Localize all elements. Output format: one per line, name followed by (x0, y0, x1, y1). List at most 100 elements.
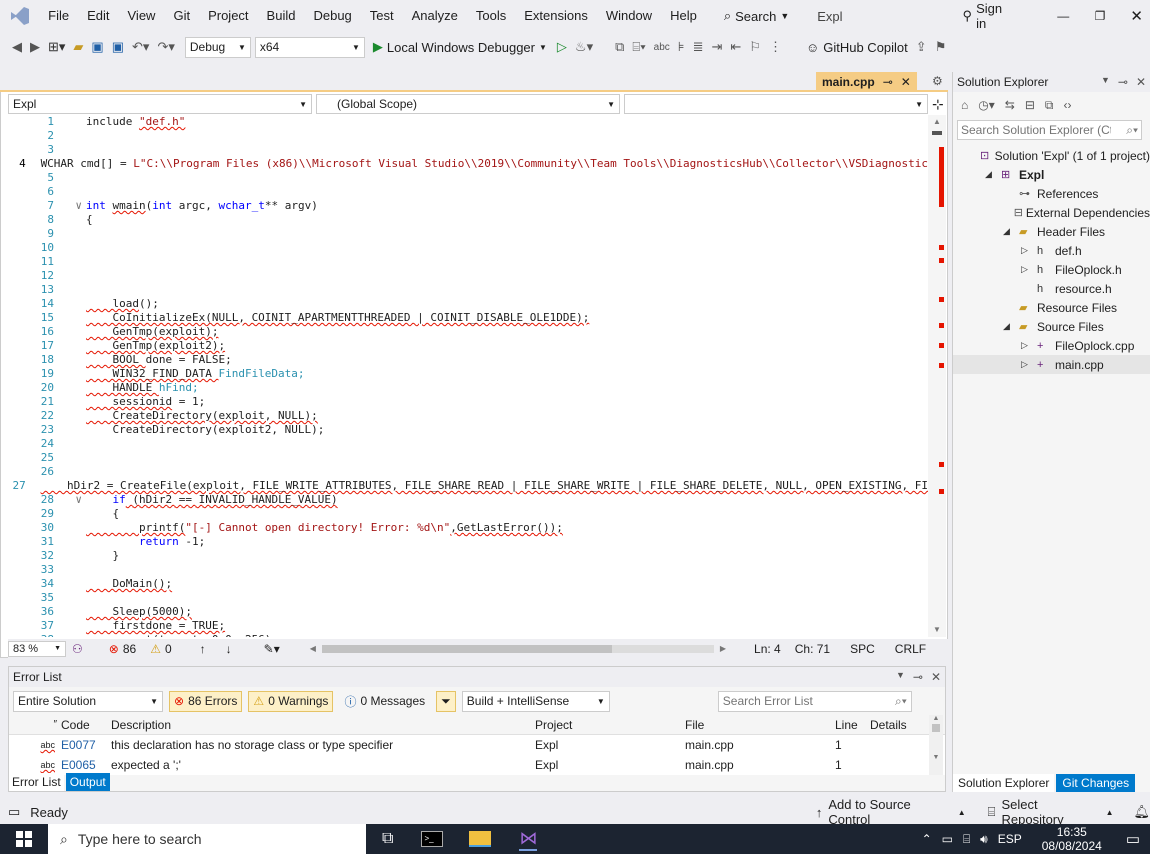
scroll-down-icon[interactable]: ▼ (933, 625, 941, 634)
task-view-icon[interactable]: ⧉ (382, 830, 393, 848)
code-line[interactable]: 10 (8, 241, 928, 255)
home-icon[interactable]: ⌂ (961, 98, 968, 112)
messages-filter-button[interactable]: ⓘ 0 Messages (339, 691, 430, 712)
bookmark-icon[interactable]: ⚐ (745, 39, 765, 55)
back-icon[interactable]: ◀ (8, 39, 26, 55)
scroll-down-icon[interactable]: ▼ (929, 754, 943, 761)
code-line[interactable]: 28 ∨ if (hDir2 == INVALID_HANDLE_VALUE) (8, 493, 928, 507)
next-issue-icon[interactable]: ↓ (226, 642, 232, 656)
warning-count-button[interactable]: ⚠ 0 (150, 642, 171, 656)
window-menu-icon[interactable]: ▼ (1101, 75, 1110, 89)
code-view-icon[interactable]: ‹› (1063, 98, 1071, 112)
expand-toggle-icon[interactable]: ▷ (1021, 264, 1037, 275)
tree-item[interactable]: ⊶ References (953, 184, 1150, 203)
menu-project[interactable]: Project (199, 0, 257, 32)
vs-logo-icon[interactable] (0, 6, 39, 26)
tree-item[interactable]: ▷ h FileOplock.h (953, 260, 1150, 279)
tree-item[interactable]: ▰ Resource Files (953, 298, 1150, 317)
file-explorer-app-icon[interactable] (469, 831, 492, 847)
previous-issue-icon[interactable]: ↑ (200, 642, 206, 656)
save-all-icon[interactable]: ▣ (108, 39, 128, 55)
column-file[interactable]: File (685, 718, 835, 732)
code-line[interactable]: 6 (8, 185, 928, 199)
configuration-select[interactable]: Debug ▼ (184, 36, 251, 58)
pin-icon[interactable]: ⊸ (1118, 75, 1128, 89)
code-line[interactable]: 17 GenTmp(exploit2); (8, 339, 928, 353)
notification-center-icon[interactable]: ▭ (1126, 830, 1140, 848)
column-line[interactable]: Line (835, 718, 870, 732)
indent-icon[interactable]: ⇥ (707, 39, 726, 55)
solution-search-box[interactable]: ⌕▾ (957, 120, 1142, 140)
add-source-control-button[interactable]: ↑ Add to Source Control ▲ (816, 797, 966, 827)
tab-output[interactable]: Output (65, 773, 110, 791)
column-details[interactable]: Details (870, 718, 920, 732)
code-line[interactable]: 16 GenTmp(exploit); (8, 325, 928, 339)
scrollbar-thumb[interactable] (932, 131, 942, 135)
new-project-icon[interactable]: ⊞▾ (44, 39, 69, 55)
windows-start-icon[interactable] (0, 831, 48, 847)
code-line[interactable]: 31 return -1; (8, 535, 928, 549)
editor-vertical-scrollbar[interactable]: ▲ ▼ (928, 115, 946, 637)
filter-toggle-button[interactable]: ⏷ (436, 690, 456, 712)
menu-edit[interactable]: Edit (78, 0, 118, 32)
tree-item[interactable]: ⊟ External Dependencies (953, 203, 1150, 222)
error-row[interactable]: abc E0065 expected a ';' Expl main.cpp 1 (9, 755, 945, 775)
visual-studio-app-icon[interactable]: ⋈ (519, 828, 538, 851)
scope-select[interactable]: Entire Solution ▼ (13, 690, 163, 712)
code-line[interactable]: 12 (8, 269, 928, 283)
column-project[interactable]: Project (535, 718, 685, 732)
code-line[interactable]: 2 (8, 129, 928, 143)
sign-in-button[interactable]: ⚲ Sign in (963, 1, 1010, 31)
zoom-select[interactable]: 83 % ▼ (8, 640, 66, 657)
collapse-all-icon[interactable]: ⊟ (1025, 98, 1035, 112)
code-line[interactable]: 4 WCHAR cmd[] = L"C:\\Program Files (x86)… (8, 157, 928, 171)
code-line[interactable]: 15 CoInitializeEx(NULL, COINIT_APARTMENT… (8, 311, 928, 325)
menu-file[interactable]: File (39, 0, 78, 32)
hscroll-thumb[interactable] (321, 644, 612, 653)
window-menu-icon[interactable]: ▼ (896, 670, 905, 684)
close-panel-icon[interactable]: ✕ (1136, 75, 1146, 89)
column-indicator[interactable]: Ch: 71 (795, 642, 830, 656)
code-line[interactable]: 14 load(); (8, 297, 928, 311)
menu-extensions[interactable]: Extensions (515, 0, 597, 32)
solution-search-input[interactable] (961, 123, 1111, 137)
code-line[interactable]: 1 include "def.h" (8, 115, 928, 129)
search-icon[interactable]: ⌕▾ (1126, 123, 1138, 138)
scroll-up-icon[interactable]: ▲ (929, 715, 943, 722)
hot-reload-icon[interactable]: ♨▾ (571, 39, 597, 55)
tree-item[interactable]: ▷ h def.h (953, 241, 1150, 260)
code-line[interactable]: 36 Sleep(5000); (8, 605, 928, 619)
error-code[interactable]: E0065 (61, 758, 111, 772)
spell-check-icon[interactable]: abc (650, 42, 674, 53)
notifications-bell-icon[interactable]: 🔔︎ (1133, 804, 1150, 820)
menu-debug[interactable]: Debug (304, 0, 360, 32)
menu-git[interactable]: Git (164, 0, 199, 32)
collapse-toggle-icon[interactable]: ∨ (54, 199, 86, 213)
build-filter-select[interactable]: Build + IntelliSense ▼ (461, 690, 610, 712)
code-line[interactable]: 24 (8, 437, 928, 451)
open-folder-icon[interactable]: ▰ (69, 39, 87, 55)
column-code[interactable]: Code (61, 718, 111, 732)
toolbar-icon-d[interactable]: ≣ (689, 39, 708, 55)
copilot-status-icon[interactable]: ⚇ (72, 642, 83, 656)
sync-icon[interactable]: ⇆ (1005, 98, 1015, 112)
expand-toggle-icon[interactable]: ▷ (1021, 340, 1037, 351)
error-search-input[interactable] (722, 694, 873, 708)
tab-main-cpp[interactable]: main.cpp ⊸ ✕ (816, 72, 917, 92)
menu-analyze[interactable]: Analyze (403, 0, 467, 32)
hscroll-right-icon[interactable]: ▶ (720, 644, 726, 653)
history-icon[interactable]: ◷▾ (978, 98, 995, 112)
minimize-button[interactable]: — (1050, 9, 1077, 23)
editor-horizontal-scrollbar[interactable] (321, 644, 714, 653)
restore-button[interactable]: ❐ (1087, 9, 1114, 23)
language-indicator[interactable]: ESP (998, 832, 1022, 846)
line-indicator[interactable]: Ln: 4 (754, 642, 781, 656)
code-line[interactable]: 29 { (8, 507, 928, 521)
error-code[interactable]: E0077 (61, 738, 111, 752)
error-count-button[interactable]: ⊗ 86 (109, 642, 136, 656)
terminal-app-icon[interactable]: >_ (421, 831, 444, 847)
battery-icon[interactable]: ▭ (942, 832, 953, 846)
column-description[interactable]: Description (111, 718, 535, 732)
tree-item[interactable]: ◢ ▰ Header Files (953, 222, 1150, 241)
code-line[interactable]: 22 CreateDirectory(exploit, NULL); (8, 409, 928, 423)
